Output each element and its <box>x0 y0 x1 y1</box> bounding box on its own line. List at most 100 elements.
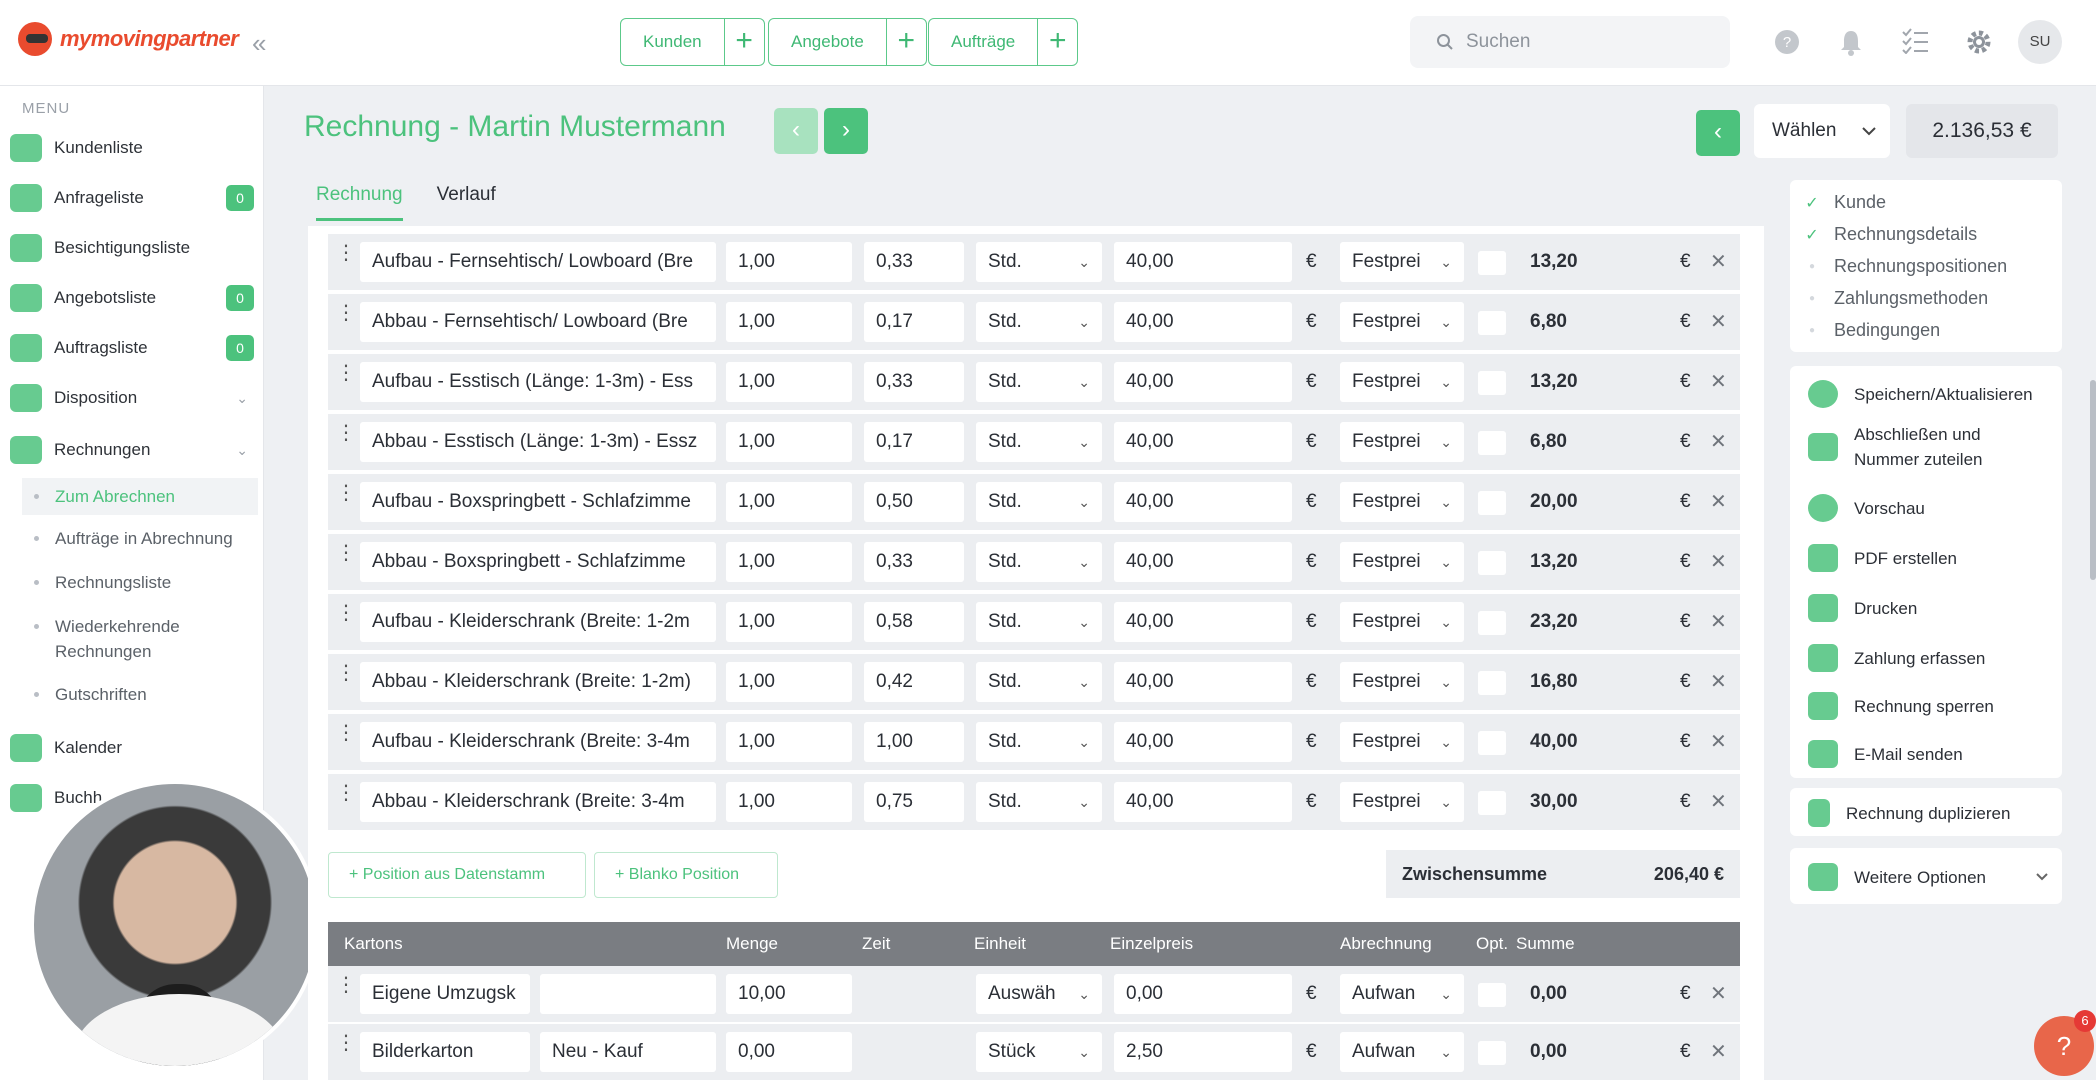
step-rechnungsdetails[interactable]: ✓ Rechnungsdetails <box>1804 224 1977 245</box>
unit-price-field[interactable]: 40,00 <box>1114 782 1292 822</box>
optional-checkbox[interactable] <box>1478 371 1506 395</box>
remove-row-icon[interactable]: ✕ <box>1710 1032 1727 1072</box>
remove-row-icon[interactable]: ✕ <box>1710 722 1727 762</box>
select-dropdown[interactable]: Wählen <box>1754 104 1890 158</box>
optional-checkbox[interactable] <box>1478 791 1506 815</box>
unit-price-field[interactable]: 40,00 <box>1114 482 1292 522</box>
sidebar-item-anfrageliste[interactable]: Anfrageliste 0 <box>10 176 254 220</box>
sidebar-item-besichtigungsliste[interactable]: Besichtigungsliste <box>10 226 254 270</box>
unit-price-field[interactable]: 40,00 <box>1114 662 1292 702</box>
prev-record-button[interactable]: ‹ <box>774 108 818 154</box>
remove-row-icon[interactable]: ✕ <box>1710 662 1727 702</box>
send-email-button[interactable]: E-Mail senden <box>1808 740 1963 768</box>
tasks-icon[interactable] <box>1900 28 1930 58</box>
description-field[interactable]: Aufbau - Kleiderschrank (Breite: 1-2m <box>360 602 716 642</box>
billing-select[interactable]: Festprei ⌄ <box>1340 362 1464 402</box>
description-field[interactable]: Aufbau - Fernsehtisch/ Lowboard (Bre <box>360 242 716 282</box>
save-update-button[interactable]: Speichern/Aktualisieren <box>1808 380 2033 408</box>
optional-checkbox[interactable] <box>1478 611 1506 635</box>
sidebar-subitem-wiederkehrende-rechnungen[interactable]: Wiederkehrende Rechnungen <box>22 614 222 664</box>
unit-select[interactable]: Std. ⌄ <box>976 722 1102 762</box>
more-options-button[interactable]: Weitere Optionen <box>1808 863 2048 891</box>
billing-select[interactable]: Aufwan ⌄ <box>1340 1032 1464 1072</box>
unit-select[interactable]: Std. ⌄ <box>976 422 1102 462</box>
record-payment-button[interactable]: Zahlung erfassen <box>1808 644 1985 672</box>
description-field[interactable]: Aufbau - Kleiderschrank (Breite: 3-4m <box>360 722 716 762</box>
time-field[interactable]: 0,75 <box>864 782 964 822</box>
add-angebot-button[interactable]: + <box>885 19 926 65</box>
step-zahlungsmethoden[interactable]: ● Zahlungsmethoden <box>1804 288 1988 309</box>
tab-verlauf[interactable]: Verlauf <box>437 184 496 221</box>
drag-handle-icon[interactable]: ⋮⋮ <box>336 603 377 634</box>
remove-row-icon[interactable]: ✕ <box>1710 242 1727 282</box>
quantity-field[interactable]: 0,00 <box>726 1032 852 1072</box>
next-record-button[interactable]: › <box>824 108 868 154</box>
optional-checkbox[interactable] <box>1478 731 1506 755</box>
description-field[interactable]: Aufbau - Boxspringbett - Schlafzimme <box>360 482 716 522</box>
angebote-button[interactable]: Angebote <box>769 19 886 65</box>
quantity-field[interactable]: 1,00 <box>726 422 852 462</box>
time-field[interactable]: 0,17 <box>864 422 964 462</box>
billing-select[interactable]: Festprei ⌄ <box>1340 602 1464 642</box>
billing-select[interactable]: Aufwan ⌄ <box>1340 974 1464 1014</box>
unit-select[interactable]: Std. ⌄ <box>976 242 1102 282</box>
quantity-field[interactable]: 1,00 <box>726 362 852 402</box>
time-field[interactable]: 0,33 <box>864 362 964 402</box>
unit-select[interactable]: Stück ⌄ <box>976 1032 1102 1072</box>
billing-select[interactable]: Festprei ⌄ <box>1340 242 1464 282</box>
optional-checkbox[interactable] <box>1478 491 1506 515</box>
remove-row-icon[interactable]: ✕ <box>1710 974 1727 1014</box>
kunden-button[interactable]: Kunden <box>621 19 724 65</box>
bell-icon[interactable] <box>1836 28 1866 58</box>
unit-price-field[interactable]: 40,00 <box>1114 542 1292 582</box>
drag-handle-icon[interactable]: ⋮⋮ <box>336 423 377 454</box>
sidebar-subitem-gutschriften[interactable]: Gutschriften <box>22 682 258 707</box>
add-blank-position-button[interactable]: + Blanko Position <box>594 852 778 898</box>
karton-name-field[interactable]: Bilderkarton <box>360 1032 530 1072</box>
drag-handle-icon[interactable]: ⋮⋮ <box>336 483 377 514</box>
time-field[interactable]: 0,33 <box>864 242 964 282</box>
drag-handle-icon[interactable]: ⋮⋮ <box>336 543 377 574</box>
sidebar-item-kalender[interactable]: Kalender <box>10 726 254 770</box>
remove-row-icon[interactable]: ✕ <box>1710 482 1727 522</box>
billing-select[interactable]: Festprei ⌄ <box>1340 422 1464 462</box>
drag-handle-icon[interactable]: ⋮⋮ <box>336 975 377 1006</box>
gear-icon[interactable] <box>1964 28 1994 58</box>
karton-note-field[interactable]: Neu - Kauf <box>540 1032 716 1072</box>
quantity-field[interactable]: 1,00 <box>726 542 852 582</box>
unit-select[interactable]: Auswäh ⌄ <box>976 974 1102 1014</box>
add-auftrag-button[interactable]: + <box>1037 19 1077 65</box>
quantity-field[interactable]: 1,00 <box>726 782 852 822</box>
quantity-field[interactable]: 1,00 <box>726 242 852 282</box>
quantity-field[interactable]: 1,00 <box>726 482 852 522</box>
sidebar-subitem-auftraege-in-abrechnung[interactable]: Aufträge in Abrechnung <box>22 526 258 551</box>
unit-select[interactable]: Std. ⌄ <box>976 782 1102 822</box>
description-field[interactable]: Abbau - Fernsehtisch/ Lowboard (Bre <box>360 302 716 342</box>
remove-row-icon[interactable]: ✕ <box>1710 422 1727 462</box>
sidebar-item-disposition[interactable]: Disposition ⌄ <box>10 376 254 420</box>
unit-select[interactable]: Std. ⌄ <box>976 542 1102 582</box>
unit-price-field[interactable]: 40,00 <box>1114 422 1292 462</box>
billing-select[interactable]: Festprei ⌄ <box>1340 662 1464 702</box>
optional-checkbox[interactable] <box>1478 983 1506 1007</box>
unit-select[interactable]: Std. ⌄ <box>976 662 1102 702</box>
karton-note-field[interactable] <box>540 974 716 1014</box>
remove-row-icon[interactable]: ✕ <box>1710 782 1727 822</box>
time-field[interactable]: 0,17 <box>864 302 964 342</box>
quantity-field[interactable]: 1,00 <box>726 662 852 702</box>
unit-select[interactable]: Std. ⌄ <box>976 362 1102 402</box>
remove-row-icon[interactable]: ✕ <box>1710 542 1727 582</box>
tab-rechnung[interactable]: Rechnung <box>316 184 403 221</box>
description-field[interactable]: Abbau - Kleiderschrank (Breite: 1-2m) <box>360 662 716 702</box>
help-icon[interactable]: ? <box>1772 28 1802 58</box>
quantity-field[interactable]: 10,00 <box>726 974 852 1014</box>
karton-name-field[interactable]: Eigene Umzugsk <box>360 974 530 1014</box>
sidebar-item-kundenliste[interactable]: Kundenliste <box>10 126 254 170</box>
sidebar-item-auftragsliste[interactable]: Auftragsliste 0 <box>10 326 254 370</box>
description-field[interactable]: Abbau - Boxspringbett - Schlafzimme <box>360 542 716 582</box>
drag-handle-icon[interactable]: ⋮⋮ <box>336 723 377 754</box>
drag-handle-icon[interactable]: ⋮⋮ <box>336 363 377 394</box>
description-field[interactable]: Abbau - Esstisch (Länge: 1-3m) - Essz <box>360 422 716 462</box>
add-position-from-master-button[interactable]: + Position aus Datenstamm <box>328 852 586 898</box>
remove-row-icon[interactable]: ✕ <box>1710 362 1727 402</box>
